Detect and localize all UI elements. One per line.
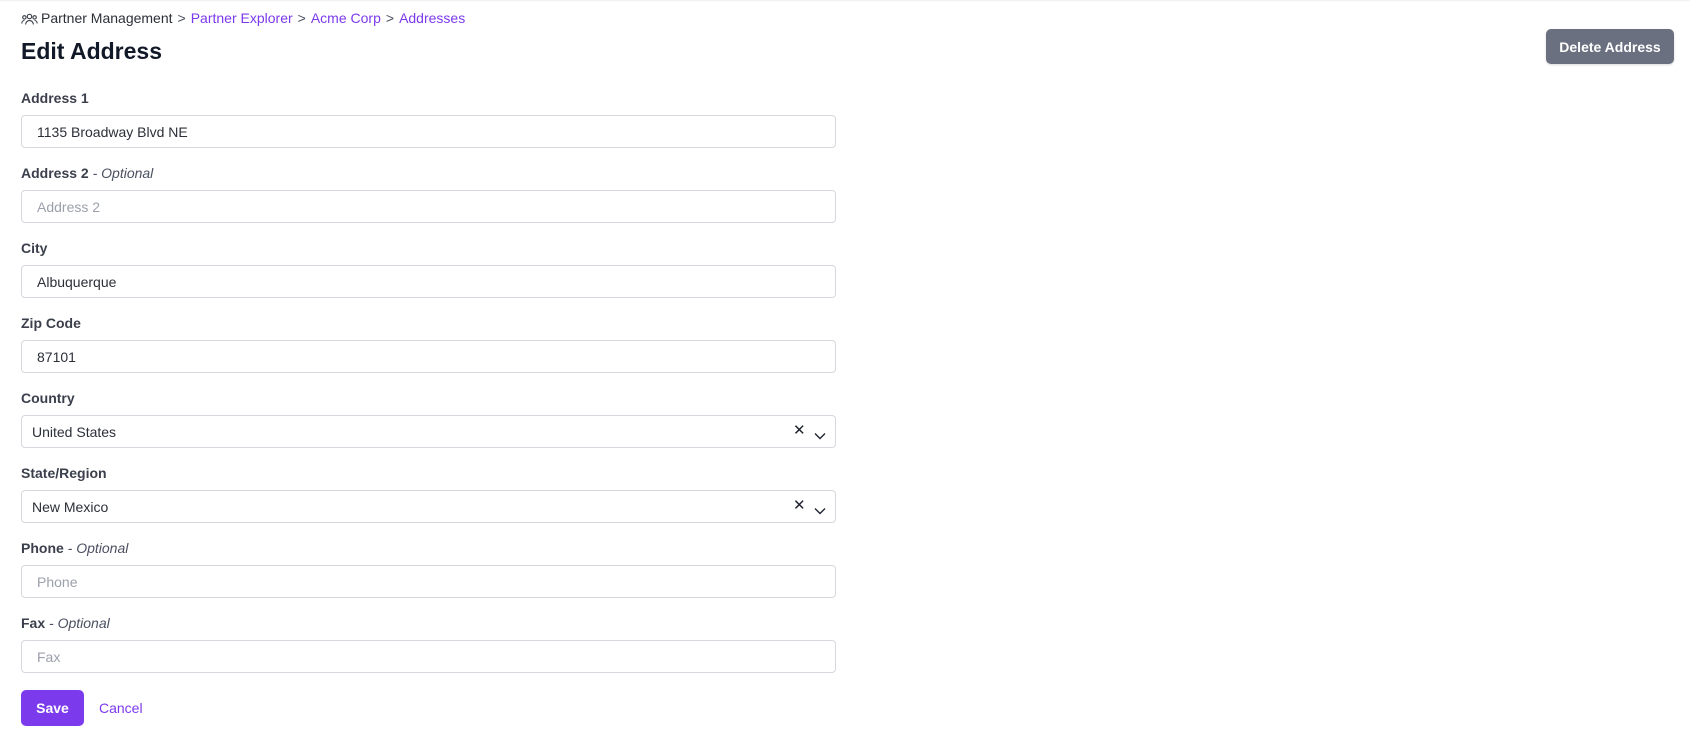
- breadcrumb-link-addresses[interactable]: Addresses: [399, 9, 465, 27]
- optional-hint: - Optional: [67, 540, 129, 556]
- zip-field-group: Zip Code: [21, 314, 836, 373]
- breadcrumb-separator: >: [177, 10, 186, 26]
- address1-input[interactable]: [21, 115, 836, 148]
- close-icon[interactable]: ✕: [793, 422, 806, 440]
- fax-input[interactable]: [21, 640, 836, 673]
- address2-input[interactable]: [21, 190, 836, 223]
- breadcrumb-separator: >: [385, 10, 395, 26]
- breadcrumb-link-acme-corp[interactable]: Acme Corp: [311, 9, 381, 27]
- fax-field-group: Fax - Optional: [21, 614, 836, 673]
- page-title: Edit Address: [21, 38, 163, 64]
- address2-label: Address 2 - Optional: [21, 165, 154, 181]
- chevron-down-icon[interactable]: [814, 427, 826, 440]
- address1-label: Address 1: [21, 90, 89, 106]
- city-label: City: [21, 240, 48, 256]
- users-icon: [21, 12, 38, 25]
- city-input[interactable]: [21, 265, 836, 298]
- city-field-group: City: [21, 239, 836, 298]
- top-divider: [0, 0, 1690, 2]
- zip-label: Zip Code: [21, 315, 81, 331]
- zip-input[interactable]: [21, 340, 836, 373]
- phone-label: Phone - Optional: [21, 540, 129, 556]
- save-button[interactable]: Save: [21, 690, 84, 726]
- state-select[interactable]: New Mexico ✕: [21, 490, 836, 523]
- optional-hint: - Optional: [49, 615, 110, 631]
- country-select[interactable]: United States ✕: [21, 415, 836, 448]
- country-selected-value: United States: [32, 424, 117, 440]
- fax-label: Fax - Optional: [21, 615, 110, 631]
- state-selected-value: New Mexico: [32, 499, 109, 515]
- breadcrumb-separator: >: [297, 10, 306, 26]
- phone-input[interactable]: [21, 565, 836, 598]
- close-icon[interactable]: ✕: [793, 497, 806, 515]
- chevron-down-icon[interactable]: [814, 502, 826, 515]
- optional-hint: - Optional: [92, 165, 154, 181]
- state-label: State/Region: [21, 465, 107, 481]
- country-label: Country: [21, 390, 75, 406]
- phone-field-group: Phone - Optional: [21, 539, 836, 598]
- country-field-group: Country United States ✕: [21, 389, 836, 448]
- address1-field-group: Address 1: [21, 89, 836, 148]
- breadcrumb: Partner Management > Partner Explorer > …: [21, 9, 465, 27]
- breadcrumb-link-partner-explorer[interactable]: Partner Explorer: [191, 9, 293, 27]
- address2-field-group: Address 2 - Optional: [21, 164, 836, 223]
- state-field-group: State/Region New Mexico ✕: [21, 464, 836, 523]
- cancel-link[interactable]: Cancel: [99, 699, 143, 717]
- breadcrumb-root: Partner Management: [41, 10, 173, 26]
- delete-address-button[interactable]: Delete Address: [1546, 29, 1674, 64]
